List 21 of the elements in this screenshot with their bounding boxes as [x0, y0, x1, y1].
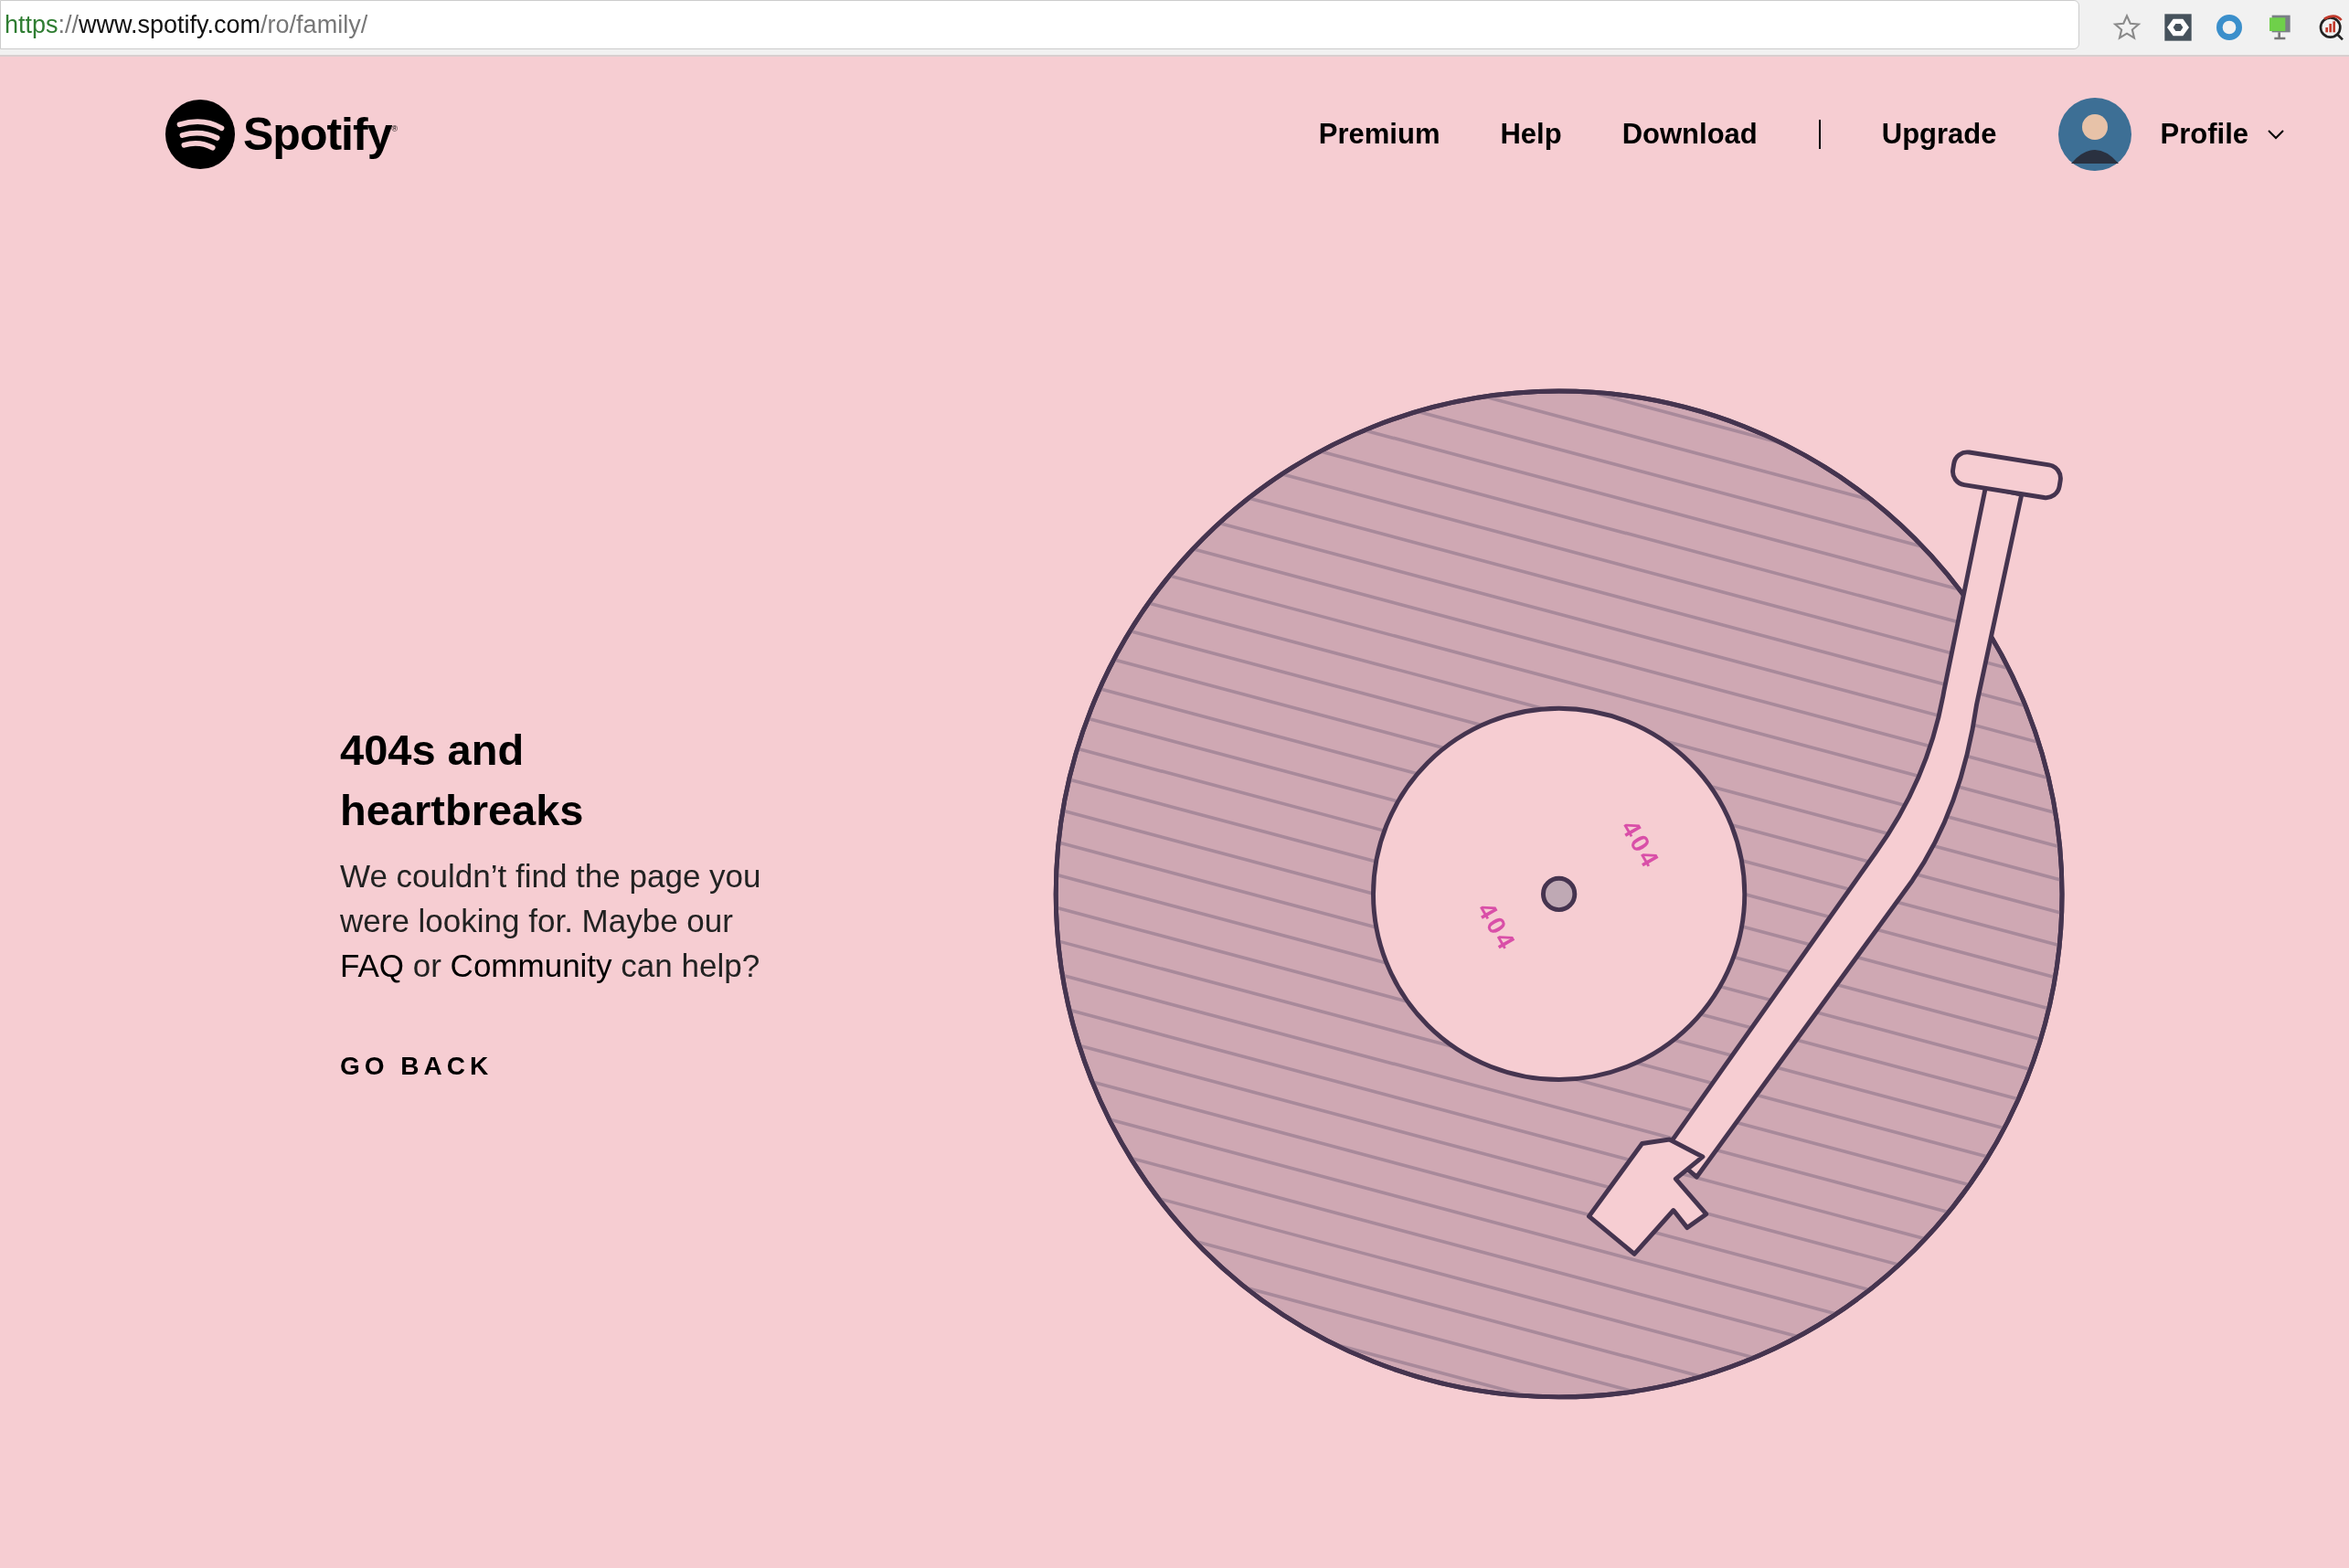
ring-icon[interactable]	[2215, 13, 2244, 42]
trademark-mark: ®	[391, 124, 399, 133]
chevron-down-icon	[2267, 129, 2285, 140]
avatar[interactable]	[2057, 98, 2131, 171]
nav-link[interactable]: Upgrade	[1881, 118, 1997, 151]
error-message: We couldn’t find the page you were looking for. Maybe our FAQ or Community can help?	[340, 856, 762, 985]
logo-text[interactable]: Spotify	[243, 108, 392, 161]
chart-search-icon[interactable]	[2317, 13, 2346, 42]
text-link[interactable]: Community	[450, 947, 612, 983]
nav-link[interactable]: Download	[1621, 118, 1758, 151]
nav-link[interactable]: Help	[1500, 118, 1562, 151]
address-bar[interactable]: https://www.spotify.com/ro/family/	[0, 0, 2079, 49]
logo-icon[interactable]	[165, 99, 236, 170]
error-heading: 404s and heartbreaks	[340, 724, 585, 836]
profile-menu[interactable]: Profile	[2160, 118, 2285, 151]
extension-icon[interactable]	[2163, 13, 2193, 42]
text-link[interactable]: FAQ	[340, 947, 405, 983]
star-icon[interactable]	[2112, 13, 2142, 42]
url-text: https://www.spotify.com/ro/family/	[4, 10, 368, 39]
go-back-link[interactable]: GO BACK	[340, 1051, 494, 1081]
nav-link[interactable]: Premium	[1318, 118, 1440, 151]
